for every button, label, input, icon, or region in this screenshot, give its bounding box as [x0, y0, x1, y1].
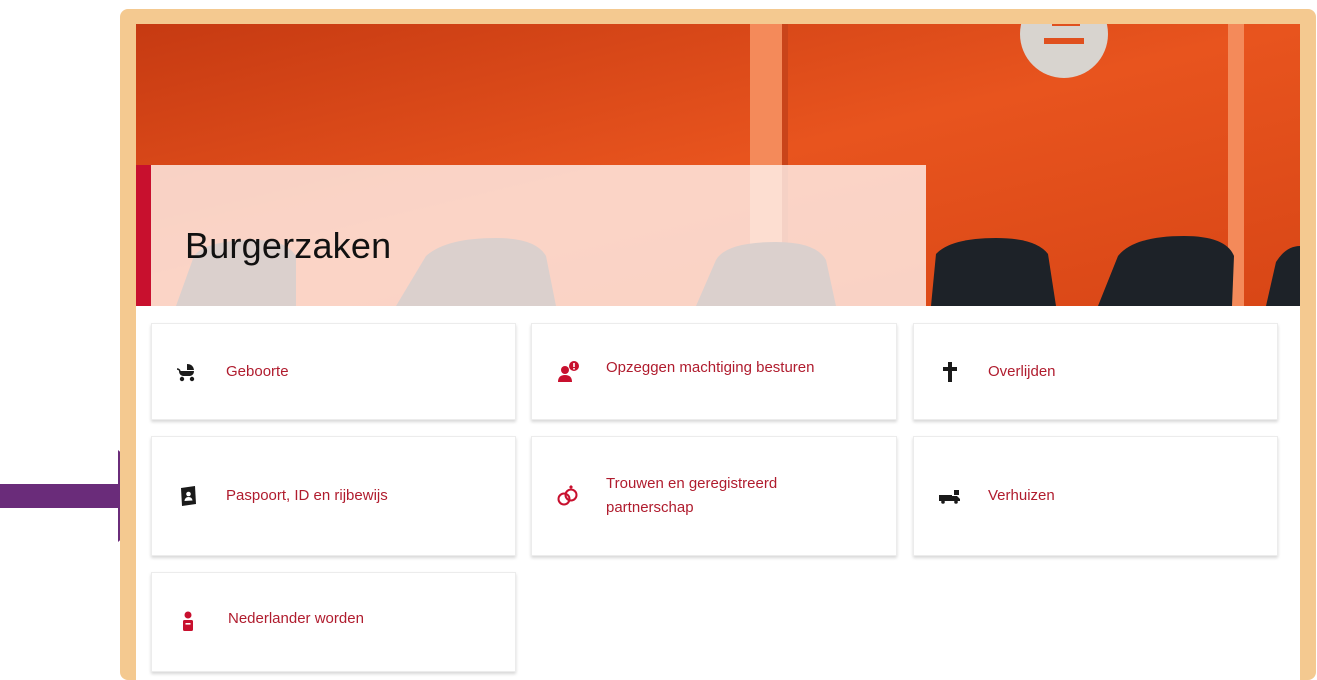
page-title: Burgerzaken	[185, 225, 392, 266]
tile-trouwen-partnerschap[interactable]: Trouwen en geregistreerd partnerschap	[531, 436, 897, 556]
tile-label: Paspoort, ID en rijbewijs	[226, 487, 388, 504]
tile-label: Nederlander worden	[228, 610, 364, 627]
title-accent-bar	[136, 165, 151, 306]
passport-icon	[176, 484, 200, 508]
tile-overlijden[interactable]: Overlijden	[913, 323, 1278, 420]
hero-image: Burgerzaken	[136, 24, 1300, 306]
citizen-icon	[176, 609, 200, 633]
tile-geboorte[interactable]: Geboorte	[151, 323, 516, 420]
person-alert-icon	[556, 360, 580, 384]
cross-icon	[938, 360, 962, 384]
baby-stroller-icon	[176, 360, 200, 384]
tile-nederlander-worden[interactable]: Nederlander worden	[151, 572, 516, 672]
tile-opzeggen-machtiging[interactable]: Opzeggen machtiging besturen	[531, 323, 897, 420]
tile-label: Verhuizen	[988, 487, 1055, 504]
tile-label: Opzeggen machtiging besturen	[606, 359, 815, 376]
page-content: Burgerzaken Geboorte Opzeggen machtiging…	[136, 24, 1300, 680]
tile-paspoort-id-rijbewijs[interactable]: Paspoort, ID en rijbewijs	[151, 436, 516, 556]
moving-truck-icon	[938, 484, 962, 508]
tile-verhuizen[interactable]: Verhuizen	[913, 436, 1278, 556]
hero-title-box: Burgerzaken	[136, 165, 926, 306]
tile-label: Trouwen en geregistreerd partnerschap	[606, 475, 778, 516]
rings-icon	[556, 484, 580, 508]
screenshot-stage: Burgerzaken Geboorte Opzeggen machtiging…	[0, 0, 1317, 680]
tile-label: Geboorte	[226, 362, 289, 380]
tile-label: Overlijden	[988, 362, 1056, 380]
